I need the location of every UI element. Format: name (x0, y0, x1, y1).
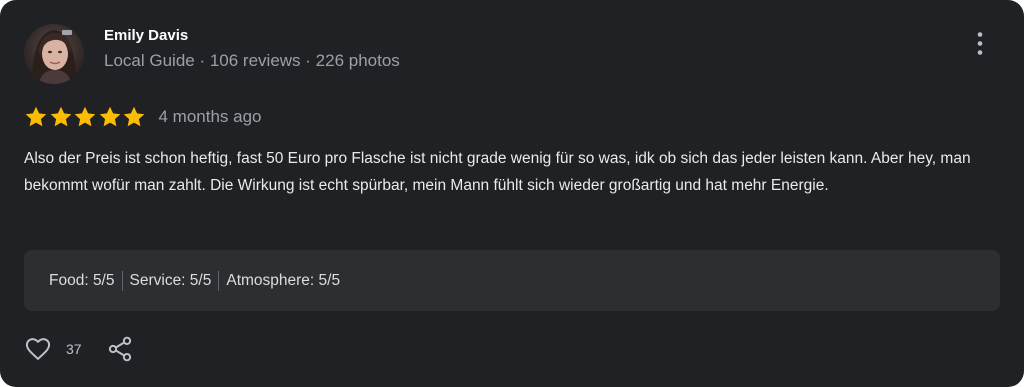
like-button[interactable]: 37 (24, 335, 82, 363)
star-icon (50, 106, 71, 127)
star-icon (74, 106, 96, 127)
attribute-food: Food: 5/5 (49, 271, 115, 289)
review-actions: 37 (24, 335, 134, 363)
attribute-divider (121, 270, 123, 291)
review-text: Also der Preis ist schon heftig, fast 50… (24, 150, 971, 194)
review-date: 4 months ago (158, 107, 262, 126)
review-attributes: Food: 5/5 Service: 5/5 Atmosphere: 5/5 (24, 250, 1000, 311)
attribute-atmosphere: Atmosphere: 5/5 (226, 271, 341, 289)
rating-row: 4 months ago (24, 105, 262, 129)
attribute-service: Service: 5/5 (129, 271, 212, 289)
like-count: 37 (66, 341, 82, 357)
author-meta: Local Guide · 106 reviews · 226 photos (104, 51, 400, 70)
heart-outline-icon (25, 338, 51, 360)
star-icon (25, 106, 47, 127)
more-options-button[interactable] (962, 26, 998, 62)
star-icon (123, 106, 145, 127)
avatar[interactable] (24, 24, 84, 84)
star-rating (24, 105, 147, 129)
star-icon (99, 106, 120, 127)
more-vert-icon (977, 32, 983, 55)
attribute-divider (218, 270, 220, 291)
share-icon (108, 336, 131, 362)
author-name[interactable]: Emily Davis (104, 27, 188, 45)
review-card: Emily Davis Local Guide · 106 reviews · … (0, 0, 1024, 387)
share-button[interactable] (106, 335, 134, 363)
avatar-image (24, 24, 84, 84)
